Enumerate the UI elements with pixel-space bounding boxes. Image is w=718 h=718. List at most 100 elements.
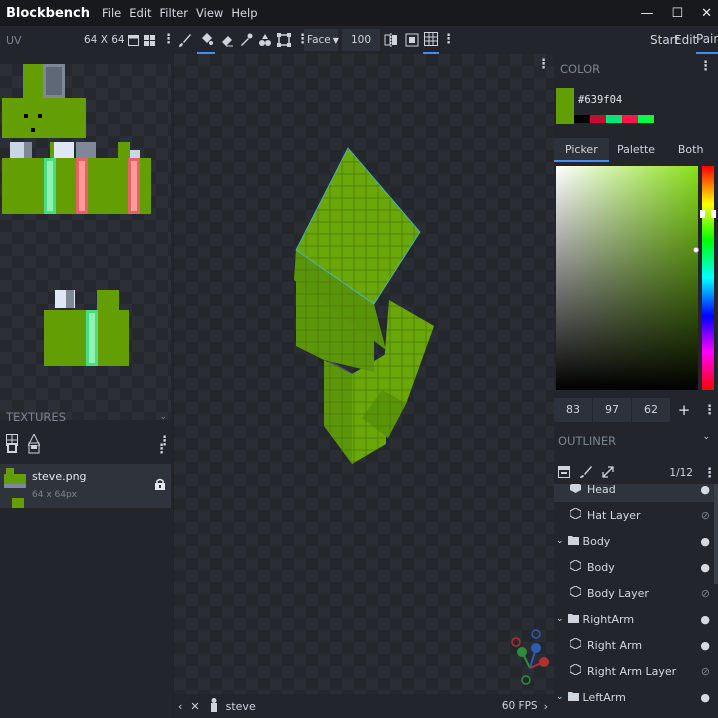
uv-editor-canvas[interactable] — [0, 64, 171, 420]
outliner-scrollbar[interactable] — [714, 484, 718, 584]
eye-off-icon[interactable]: ⊘ — [701, 587, 710, 600]
minimize-button[interactable]: — — [640, 6, 653, 21]
texture-item[interactable]: steve.png 64 x 64px — [0, 464, 171, 508]
green-input[interactable]: 97 — [593, 398, 631, 422]
eye-off-icon[interactable]: ⊘ — [701, 509, 710, 522]
chevron-down-icon[interactable]: ⌄ — [556, 614, 564, 624]
lock-alpha-icon[interactable] — [405, 26, 419, 54]
chevron-left-icon[interactable]: ‹ — [178, 700, 182, 713]
left-panel: ⋮ TEXTURES ⌄ ⋮ steve.png 64 x 64px — [0, 54, 173, 718]
outliner-options-icon[interactable]: ⋮ — [703, 467, 716, 480]
uv-grid-icon[interactable] — [144, 26, 155, 54]
status-bar: ‹ ✕ steve 60 FPS › — [174, 694, 554, 718]
textures-options-icon[interactable]: ⋮ — [155, 443, 168, 456]
shapes-icon[interactable] — [258, 26, 272, 54]
outliner-toolbar: 1/12 ⋮ — [554, 462, 718, 484]
textures-toolbar: ⋮ — [6, 442, 172, 457]
uv-more-icon[interactable]: ⋮ — [162, 26, 175, 54]
eye-icon[interactable]: ● — [700, 613, 710, 626]
tab-picker[interactable]: Picker — [554, 138, 609, 162]
menu-edit[interactable]: Edit — [129, 6, 151, 20]
saturation-value-picker[interactable] — [556, 166, 699, 390]
chevron-down-icon[interactable]: ⌄ — [159, 412, 167, 422]
outliner-item[interactable]: Head ● — [554, 484, 714, 502]
outliner-item[interactable]: Body Layer ⊘ — [554, 580, 714, 606]
eye-icon[interactable]: ● — [700, 535, 710, 548]
eraser-icon[interactable] — [220, 26, 234, 54]
palette-swatch[interactable] — [638, 115, 654, 123]
eye-icon[interactable]: ● — [700, 484, 710, 496]
hue-slider[interactable] — [700, 166, 716, 390]
mode-tab-edit[interactable]: Edit — [674, 26, 697, 54]
menu-view[interactable]: View — [196, 6, 223, 20]
cube-icon — [569, 559, 582, 574]
outliner-group[interactable]: ⌄ Body ● — [554, 528, 714, 554]
outliner-item-label: LeftArm — [582, 690, 626, 704]
outliner-item-label: Right Arm — [587, 638, 643, 652]
viewport-more-icon[interactable]: ⋮ — [442, 26, 455, 54]
outliner-item[interactable]: Right Arm Layer ⊘ — [554, 658, 714, 684]
outliner-title: OUTLINER — [558, 434, 617, 448]
lock-icon[interactable] — [155, 478, 165, 493]
expand-icon[interactable] — [602, 465, 614, 481]
chevron-down-icon[interactable]: ⌄ — [556, 536, 564, 546]
chevron-down-icon[interactable]: ⌄ — [702, 432, 710, 442]
steve-model[interactable] — [174, 54, 554, 694]
brush-size-input[interactable]: 100 — [342, 29, 380, 51]
palette-swatch[interactable] — [622, 115, 638, 123]
tab-both[interactable]: Both — [663, 138, 718, 162]
red-input[interactable]: 83 — [554, 398, 592, 422]
mirror-icon[interactable] — [384, 26, 398, 54]
import-texture-icon[interactable] — [6, 442, 18, 457]
rgb-options-icon[interactable]: ⋮ — [703, 404, 716, 417]
maximize-button[interactable]: ☐ — [671, 6, 683, 21]
eye-off-icon[interactable]: ⊘ — [701, 665, 710, 678]
outliner-item-label: Body — [582, 534, 611, 548]
color-hex-input[interactable]: #639f04 — [578, 94, 622, 106]
3d-viewport[interactable]: ⋮ — [174, 54, 554, 694]
outliner-group[interactable]: ⌄ RightArm ● — [554, 606, 714, 632]
outliner-item-label: Hat Layer — [587, 508, 641, 522]
tab-palette[interactable]: Palette — [609, 138, 664, 162]
add-cube-icon[interactable] — [558, 465, 570, 481]
hue-handle[interactable] — [700, 210, 716, 218]
eye-icon[interactable]: ● — [700, 691, 710, 704]
chevron-down-icon[interactable]: ⌄ — [556, 692, 564, 702]
palette-swatch[interactable] — [590, 115, 606, 123]
color-picker-icon[interactable] — [239, 26, 253, 54]
cube-icon — [569, 663, 582, 678]
paint-brush-icon[interactable] — [580, 465, 592, 481]
brush-icon[interactable] — [178, 26, 192, 54]
close-model-icon[interactable]: ✕ — [190, 700, 199, 713]
picker-handle[interactable] — [693, 247, 699, 253]
palette-swatch[interactable] — [606, 115, 622, 123]
uv-size-label[interactable]: 64 X 64 — [84, 26, 125, 54]
outliner-item[interactable]: Hat Layer ⊘ — [554, 502, 714, 528]
fill-bucket-icon[interactable] — [197, 26, 215, 54]
outliner-item[interactable]: Body ● — [554, 554, 714, 580]
menu-help[interactable]: Help — [231, 6, 257, 20]
chevron-right-icon[interactable]: › — [544, 700, 548, 713]
current-color-swatch[interactable] — [556, 88, 574, 124]
close-button[interactable]: ✕ — [701, 6, 712, 21]
cube-icon — [569, 637, 582, 652]
fps-counter: 60 FPS — [501, 700, 538, 712]
outliner-item-label: Body Layer — [587, 586, 649, 600]
menu-file[interactable]: File — [102, 6, 121, 20]
mode-tab-paint[interactable]: Paint — [696, 26, 718, 54]
uv-window-icon[interactable] — [128, 26, 139, 54]
add-color-button[interactable]: + — [671, 401, 697, 419]
blue-input[interactable]: 62 — [632, 398, 670, 422]
eye-icon[interactable]: ● — [700, 561, 710, 574]
axis-gizmo[interactable] — [510, 628, 550, 688]
outliner-group[interactable]: ⌄ LeftArm ● — [554, 684, 714, 710]
pixel-grid-icon[interactable] — [423, 26, 439, 54]
create-texture-icon[interactable] — [28, 442, 40, 457]
eye-icon[interactable]: ● — [700, 639, 710, 652]
color-options-icon[interactable]: ⋮ — [699, 60, 712, 73]
face-mode-select[interactable]: Face ▼ — [304, 29, 339, 51]
transform-icon[interactable] — [277, 26, 291, 54]
palette-swatch[interactable] — [574, 115, 590, 123]
outliner-item[interactable]: Right Arm ● — [554, 632, 714, 658]
menu-filter[interactable]: Filter — [160, 6, 188, 20]
